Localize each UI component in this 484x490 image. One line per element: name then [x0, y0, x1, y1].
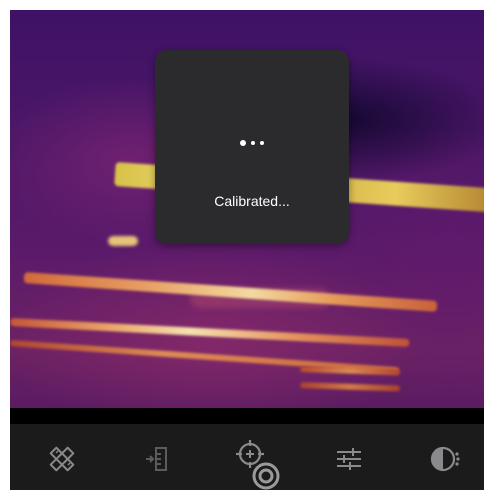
loading-dot [260, 141, 264, 145]
import-icon [146, 447, 167, 471]
calibrate-target-button[interactable] [234, 438, 286, 490]
calibration-dialog: Calibrated... [155, 50, 349, 244]
thermal-warm-stripe [299, 382, 401, 392]
palette-button[interactable] [428, 442, 462, 476]
calibration-message: Calibrated... [214, 193, 290, 209]
measurement-tools-button[interactable] [46, 442, 80, 476]
app-screen: Calibrated... [10, 10, 484, 490]
divider-bar [10, 408, 484, 424]
target-calibrate-icon [236, 440, 280, 490]
settings-sliders-icon [337, 448, 361, 470]
thermal-hot-spot [108, 236, 138, 246]
measurement-tools-icon [49, 446, 75, 472]
bottom-toolbar [10, 424, 484, 490]
loading-dot [240, 140, 246, 146]
palette-dial-icon [430, 446, 460, 472]
thermal-warm-stripe [10, 318, 410, 347]
import-button[interactable] [140, 442, 174, 476]
loading-dot [251, 141, 255, 145]
settings-button[interactable] [332, 442, 366, 476]
loading-dots-icon [155, 138, 349, 148]
